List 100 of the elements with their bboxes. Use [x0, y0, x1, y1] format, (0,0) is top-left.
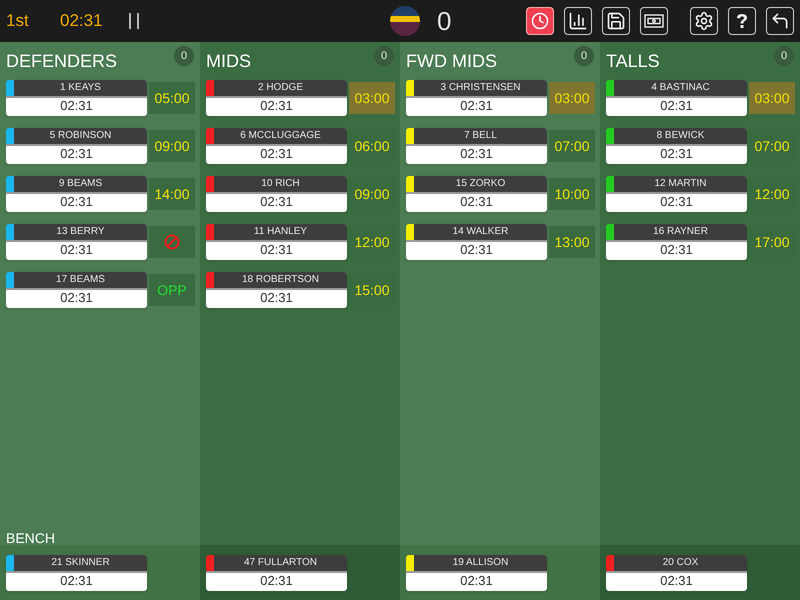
- toolbar-button[interactable]: [728, 7, 756, 35]
- player-card[interactable]: 3 CHRISTENSEN 02:31: [406, 80, 547, 116]
- toolbar-button[interactable]: [690, 7, 718, 35]
- opp-label: OPP: [157, 280, 187, 300]
- player-name: 9 BEAMS: [58, 177, 104, 191]
- player-name: 21 SKINNER: [50, 556, 111, 570]
- player-name: 5 ROBINSON: [48, 129, 112, 143]
- column-title: TALLS: [606, 50, 660, 73]
- player-time: 02:31: [459, 573, 494, 590]
- settings-icon: [694, 11, 714, 31]
- player-name: 8 BEWICK: [656, 129, 706, 143]
- player-name: 3 CHRISTENSEN: [439, 81, 522, 95]
- player-card[interactable]: 13 BERRY 02:31: [6, 224, 147, 260]
- rotation-slot[interactable]: 07:00: [549, 130, 595, 162]
- player-name: 4 BASTINAC: [650, 81, 711, 95]
- player-time: 02:31: [59, 573, 94, 590]
- player-name: 11 HANLEY: [252, 225, 308, 239]
- player-time: 02:31: [459, 98, 494, 115]
- target-time: 03:00: [754, 88, 790, 108]
- player-name: 1 KEAYS: [59, 81, 102, 95]
- player-name: 17 BEAMS: [55, 273, 106, 287]
- target-time: 03:00: [354, 88, 390, 108]
- player-time: 02:31: [259, 242, 294, 259]
- player-time: 02:31: [659, 573, 694, 590]
- player-time: 02:31: [659, 194, 694, 211]
- player-time: 02:31: [459, 242, 494, 259]
- player-card[interactable]: 19 ALLISON 02:31: [406, 555, 547, 591]
- pause-icon[interactable]: [128, 12, 140, 30]
- toolbar-button[interactable]: [564, 7, 592, 35]
- player-time: 02:31: [659, 146, 694, 163]
- player-card[interactable]: 8 BEWICK 02:31: [606, 128, 747, 164]
- player-time: 02:31: [259, 146, 294, 163]
- rotation-slot[interactable]: 13:00: [549, 226, 595, 258]
- column-title: MIDS: [206, 50, 251, 73]
- target-time: 15:00: [354, 280, 390, 300]
- player-card[interactable]: 10 RICH 02:31: [206, 176, 347, 212]
- player-card[interactable]: 2 HODGE 02:31: [206, 80, 347, 116]
- player-card[interactable]: 14 WALKER 02:31: [406, 224, 547, 260]
- period-label: 1st: [6, 10, 30, 32]
- player-card[interactable]: 6 MCCLUGGAGE 02:31: [206, 128, 347, 164]
- help-icon: [736, 13, 748, 29]
- no-entry-icon: [164, 234, 180, 250]
- player-name: 20 COX: [662, 556, 700, 570]
- player-card[interactable]: 12 MARTIN 02:31: [606, 176, 747, 212]
- player-card[interactable]: 15 ZORKO 02:31: [406, 176, 547, 212]
- target-time: 09:00: [154, 136, 190, 156]
- player-time: 02:31: [59, 146, 94, 163]
- target-time: 10:00: [554, 184, 590, 204]
- target-time: 05:00: [154, 88, 190, 108]
- column-title: DEFENDERS: [6, 50, 118, 73]
- toolbar-button[interactable]: [640, 7, 668, 35]
- player-time: 02:31: [59, 98, 94, 115]
- player-name: 18 ROBERTSON: [240, 273, 320, 287]
- bench-label: BENCH: [6, 530, 56, 546]
- player-card[interactable]: 17 BEAMS 02:31: [6, 272, 147, 308]
- player-name: 13 BERRY: [55, 225, 106, 239]
- count-badge: 0: [174, 46, 194, 66]
- score: 0: [437, 4, 452, 38]
- player-card[interactable]: 11 HANLEY 02:31: [206, 224, 347, 260]
- player-time: 02:31: [259, 573, 294, 590]
- target-time: 12:00: [354, 232, 390, 252]
- column-title: FWD MIDS: [406, 50, 497, 73]
- player-name: 7 BELL: [463, 129, 498, 143]
- target-time: 07:00: [554, 136, 590, 156]
- player-card[interactable]: 21 SKINNER 02:31: [6, 555, 147, 591]
- target-time: 13:00: [554, 232, 590, 252]
- toolbar-button[interactable]: [766, 7, 794, 35]
- target-time: 03:00: [554, 88, 590, 108]
- target-time: 07:00: [754, 136, 790, 156]
- rotation-slot[interactable]: 14:00: [149, 178, 195, 210]
- target-time: 14:00: [154, 184, 190, 204]
- player-name: 19 ALLISON: [452, 556, 510, 570]
- rotation-slot[interactable]: 10:00: [549, 178, 595, 210]
- player-name: 15 ZORKO: [454, 177, 506, 191]
- target-time: 06:00: [354, 136, 390, 156]
- player-card[interactable]: 5 ROBINSON 02:31: [6, 128, 147, 164]
- player-card[interactable]: 47 FULLARTON 02:31: [206, 555, 347, 591]
- target-time: 09:00: [354, 184, 390, 204]
- player-name: 14 WALKER: [452, 225, 510, 239]
- player-time: 02:31: [259, 290, 294, 307]
- count-badge: 0: [774, 46, 794, 66]
- count-badge: 0: [574, 46, 594, 66]
- rotation-slot[interactable]: 09:00: [149, 130, 195, 162]
- player-card[interactable]: 20 COX 02:31: [606, 555, 747, 591]
- player-time: 02:31: [459, 146, 494, 163]
- player-time: 02:31: [659, 98, 694, 115]
- save-icon: [606, 11, 626, 31]
- bar-chart-icon: [568, 11, 588, 31]
- game-clock: 02:31: [60, 10, 104, 32]
- target-time: 17:00: [754, 232, 790, 252]
- toolbar-button[interactable]: [602, 7, 630, 35]
- player-card[interactable]: 1 KEAYS 02:31: [6, 80, 147, 116]
- player-card[interactable]: 7 BELL 02:31: [406, 128, 547, 164]
- player-time: 02:31: [59, 242, 94, 259]
- player-name: 47 FULLARTON: [243, 556, 318, 570]
- player-card[interactable]: 16 RAYNER 02:31: [606, 224, 747, 260]
- player-card[interactable]: 4 BASTINAC 02:31: [606, 80, 747, 116]
- player-card[interactable]: 18 ROBERTSON 02:31: [206, 272, 347, 308]
- player-card[interactable]: 9 BEAMS 02:31: [6, 176, 147, 212]
- rotation-slot[interactable]: 05:00: [149, 82, 195, 114]
